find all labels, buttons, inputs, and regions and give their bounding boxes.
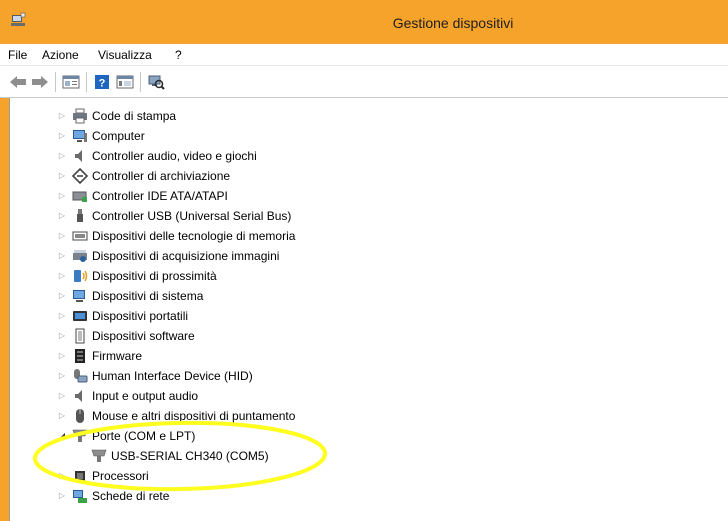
menu-file[interactable]: File <box>8 48 27 62</box>
computer-icon <box>73 130 87 142</box>
tree-item-prossimita[interactable]: ▷ Dispositivi di prossimità <box>10 266 728 286</box>
tree-item-acquisizione-immagini[interactable]: ▷ Dispositivi di acquisizione immagini <box>10 246 728 266</box>
tree-item-label: Code di stampa <box>92 109 177 123</box>
network-adapter-icon <box>73 490 87 503</box>
device-tree[interactable]: ▷ Code di stampa ▷ Computer ▷ Controller… <box>10 98 728 521</box>
view-icon[interactable] <box>116 74 134 90</box>
toolbar: ? <box>0 66 728 98</box>
expand-arrow-icon[interactable]: ▷ <box>58 492 66 500</box>
expand-arrow-icon[interactable]: ▷ <box>58 112 66 120</box>
toolbar-separator <box>55 72 56 92</box>
tree-item-label: Input e output audio <box>92 389 199 403</box>
expand-arrow-icon[interactable]: ▷ <box>58 172 66 180</box>
tree-item-label: USB-SERIAL CH340 (COM5) <box>111 449 269 463</box>
window-left-border <box>0 98 10 521</box>
window-title: Gestione dispositivi <box>392 15 514 31</box>
expand-arrow-icon[interactable]: ▷ <box>58 372 66 380</box>
title-bar[interactable]: Gestione dispositivi <box>0 0 728 44</box>
port-icon <box>72 429 88 442</box>
collapse-arrow-icon[interactable]: ◢ <box>58 432 66 440</box>
processor-icon <box>75 471 85 481</box>
tree-item-memoria[interactable]: ▷ Dispositivi delle tecnologie di memori… <box>10 226 728 246</box>
tree-item-mouse[interactable]: ▷ Mouse e altri dispositivi di puntament… <box>10 406 728 426</box>
expand-arrow-icon[interactable]: ▷ <box>58 192 66 200</box>
storage-controller-icon <box>72 168 88 184</box>
system-device-icon <box>73 290 85 302</box>
properties-icon[interactable] <box>62 74 80 90</box>
tree-item-label: Porte (COM e LPT) <box>92 429 196 443</box>
memory-device-icon <box>72 231 88 241</box>
menu-help[interactable]: ? <box>175 48 182 62</box>
menu-visualizza[interactable]: Visualizza <box>98 48 152 62</box>
tree-item-processori[interactable]: ▷ Processori <box>10 466 728 486</box>
expand-arrow-icon[interactable]: ▷ <box>58 272 66 280</box>
expand-arrow-icon[interactable]: ▷ <box>58 132 66 140</box>
tree-item-label: Dispositivi di acquisizione immagini <box>92 249 280 263</box>
ide-controller-icon <box>72 191 87 202</box>
scan-hardware-icon[interactable] <box>147 74 165 90</box>
expand-arrow-icon[interactable]: ▷ <box>58 252 66 260</box>
forward-arrow-icon[interactable] <box>31 74 49 90</box>
tree-item-controller-audio[interactable]: ▷ Controller audio, video e giochi <box>10 146 728 166</box>
expand-arrow-icon[interactable]: ▷ <box>58 352 66 360</box>
tree-item-hid[interactable]: ▷ Human Interface Device (HID) <box>10 366 728 386</box>
hid-icon <box>74 369 88 383</box>
tree-item-schede-di-rete[interactable]: ▷ Schede di rete <box>10 486 728 506</box>
tree-item-dispositivi-sistema[interactable]: ▷ Dispositivi di sistema <box>10 286 728 306</box>
expand-arrow-icon[interactable]: ▷ <box>58 332 66 340</box>
tree-item-label: Controller di archiviazione <box>92 169 231 183</box>
tree-item-label: Controller IDE ATA/ATAPI <box>92 189 228 203</box>
proximity-icon <box>74 270 88 282</box>
tree-item-controller-ide[interactable]: ▷ Controller IDE ATA/ATAPI <box>10 186 728 206</box>
tree-item-label: Dispositivi delle tecnologie di memoria <box>92 229 296 243</box>
tree-item-label: Mouse e altri dispositivi di puntamento <box>92 409 296 423</box>
menu-bar: File Azione Visualizza ? <box>0 44 728 66</box>
toolbar-separator <box>140 72 141 92</box>
tree-item-input-output-audio[interactable]: ▷ Input e output audio <box>10 386 728 406</box>
tree-item-label: Computer <box>92 129 145 143</box>
tree-item-label: Controller USB (Universal Serial Bus) <box>92 209 292 223</box>
tree-item-firmware[interactable]: ▷ Firmware <box>10 346 728 366</box>
expand-arrow-icon[interactable]: ▷ <box>58 312 66 320</box>
tree-item-label: Dispositivi portatili <box>92 309 189 323</box>
expand-arrow-icon[interactable]: ▷ <box>58 472 66 480</box>
expand-arrow-icon[interactable]: ▷ <box>58 232 66 240</box>
tree-item-label: Dispositivi di prossimità <box>92 269 217 283</box>
back-arrow-icon[interactable] <box>9 74 27 90</box>
port-icon <box>91 449 107 462</box>
tree-item-code-di-stampa[interactable]: ▷ Code di stampa <box>10 106 728 126</box>
speaker-icon <box>75 150 82 162</box>
tree-item-software[interactable]: ▷ Dispositivi software <box>10 326 728 346</box>
tree-item-label: Dispositivi di sistema <box>92 289 204 303</box>
svg-text:?: ? <box>99 78 106 90</box>
tree-item-label: Processori <box>92 469 149 483</box>
print-queue-icon <box>73 108 87 124</box>
software-device-icon <box>75 328 85 344</box>
tree-item-label: Schede di rete <box>92 489 170 503</box>
scanner-icon <box>73 250 87 262</box>
mouse-icon <box>76 409 84 423</box>
help-icon[interactable]: ? <box>93 74 111 90</box>
tree-item-label: Controller audio, video e giochi <box>92 149 257 163</box>
tree-item-label: Human Interface Device (HID) <box>92 369 253 383</box>
expand-arrow-icon[interactable]: ▷ <box>58 392 66 400</box>
usb-icon <box>77 209 83 222</box>
menu-azione[interactable]: Azione <box>42 48 79 62</box>
expand-arrow-icon[interactable]: ▷ <box>58 212 66 220</box>
tree-item-computer[interactable]: ▷ Computer <box>10 126 728 146</box>
tree-item-portatili[interactable]: ▷ Dispositivi portatili <box>10 306 728 326</box>
expand-arrow-icon[interactable]: ▷ <box>58 152 66 160</box>
expand-arrow-icon[interactable]: ▷ <box>58 412 66 420</box>
firmware-icon <box>75 349 85 363</box>
audio-io-icon <box>75 390 82 402</box>
toolbar-separator <box>86 72 87 92</box>
tree-item-controller-archiviazione[interactable]: ▷ Controller di archiviazione <box>10 166 728 186</box>
tree-item-label: Dispositivi software <box>92 329 195 343</box>
tree-item-porte[interactable]: ◢ Porte (COM e LPT) <box>10 426 728 446</box>
portable-device-icon <box>73 311 87 321</box>
expand-arrow-icon[interactable]: ▷ <box>58 292 66 300</box>
tree-item-usb-serial-ch340[interactable]: USB-SERIAL CH340 (COM5) <box>10 446 728 466</box>
tree-item-controller-usb[interactable]: ▷ Controller USB (Universal Serial Bus) <box>10 206 728 226</box>
tree-item-label: Firmware <box>92 349 142 363</box>
